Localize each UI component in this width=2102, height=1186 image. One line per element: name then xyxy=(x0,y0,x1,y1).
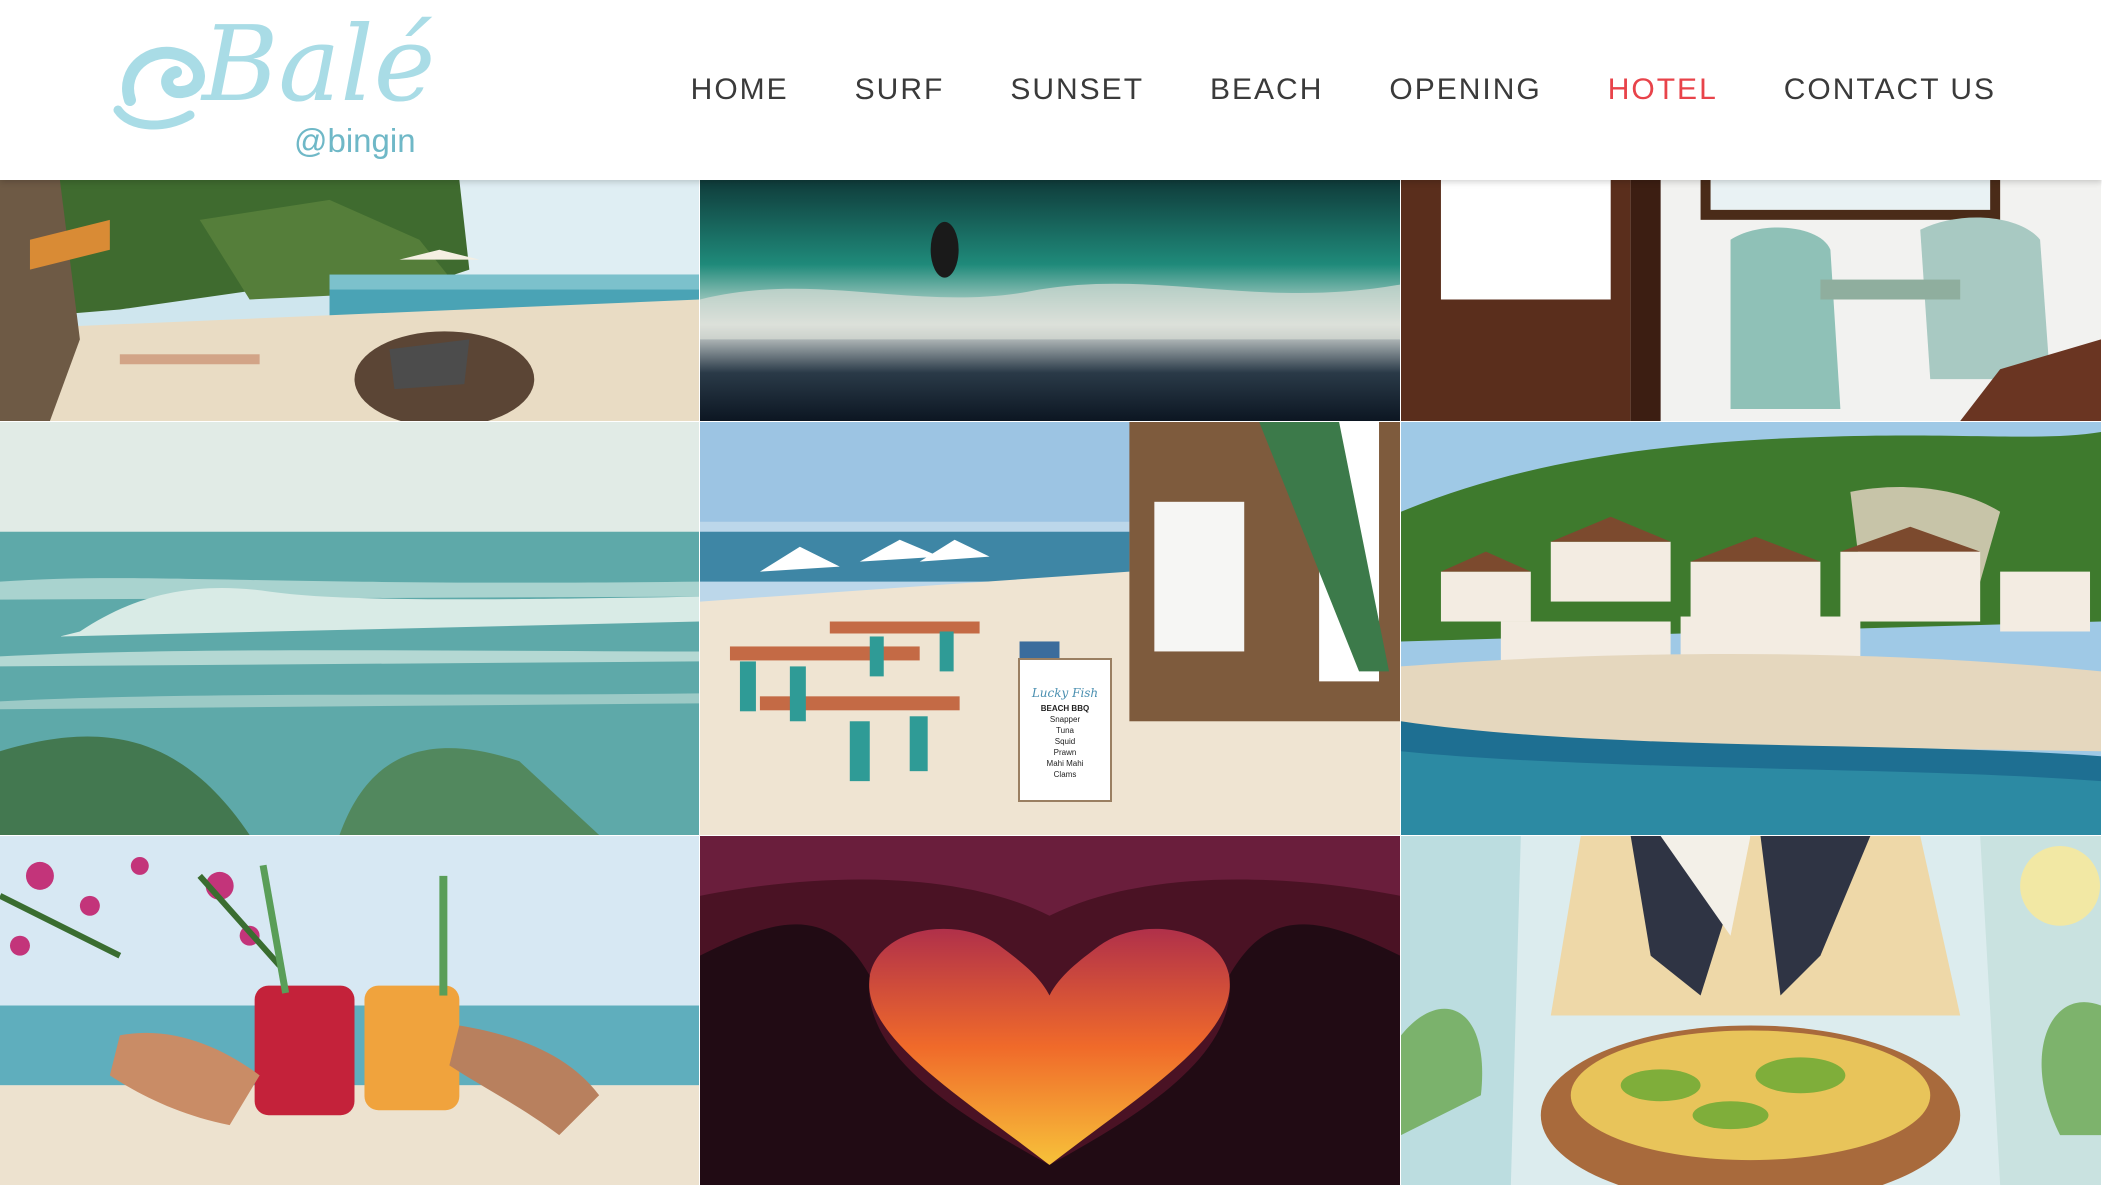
beach-rocks-photo[interactable] xyxy=(0,180,700,422)
surfer-wave-photo[interactable] xyxy=(700,180,1401,422)
nav-beach[interactable]: BEACH xyxy=(1210,72,1323,108)
nav-sunset[interactable]: SUNSET xyxy=(1010,72,1144,108)
cliffside-village-photo[interactable] xyxy=(1401,422,2102,836)
juice-toast-photo[interactable] xyxy=(0,836,700,1186)
menu-sign-item: Clams xyxy=(1053,770,1077,779)
nav-hotel[interactable]: HOTEL xyxy=(1608,72,1718,108)
menu-sign-subtitle: BEACH BBQ xyxy=(1040,704,1090,713)
site-header: Balé @bingin HOME SURF SUNSET BEACH OPEN… xyxy=(0,0,2102,180)
main-nav: HOME SURF SUNSET BEACH OPENING HOTEL CON… xyxy=(625,72,1996,108)
brand-handle: @bingin xyxy=(294,122,416,159)
heart-sunset-photo[interactable] xyxy=(700,836,1401,1186)
menu-sign-item: Tuna xyxy=(1056,726,1074,735)
menu-sign-item: Prawn xyxy=(1053,748,1077,757)
food-bowl-photo[interactable] xyxy=(1401,836,2102,1186)
menu-sign-title: Lucky Fish xyxy=(1031,686,1099,700)
nav-opening[interactable]: OPENING xyxy=(1389,72,1541,108)
beach-restaurant-photo[interactable]: Lucky Fish BEACH BBQ Snapper Tuna Squid … xyxy=(700,422,1401,836)
menu-sign-item: Mahi Mahi xyxy=(1046,759,1084,768)
brand-wordmark: Balé xyxy=(202,3,436,125)
nav-surf[interactable]: SURF xyxy=(855,72,945,108)
brand-logo[interactable]: Balé @bingin xyxy=(110,12,435,168)
hotel-room-chairs-photo[interactable] xyxy=(1401,180,2102,422)
menu-sign-item: Squid xyxy=(1054,737,1076,746)
menu-sign: Lucky Fish BEACH BBQ Snapper Tuna Squid … xyxy=(1018,658,1112,802)
menu-sign-item: Snapper xyxy=(1049,715,1081,724)
photo-gallery: Lucky Fish BEACH BBQ Snapper Tuna Squid … xyxy=(0,180,2102,1186)
ocean-swell-photo[interactable] xyxy=(0,422,700,836)
nav-home[interactable]: HOME xyxy=(691,72,789,108)
nav-contact-us[interactable]: CONTACT US xyxy=(1784,72,1996,108)
